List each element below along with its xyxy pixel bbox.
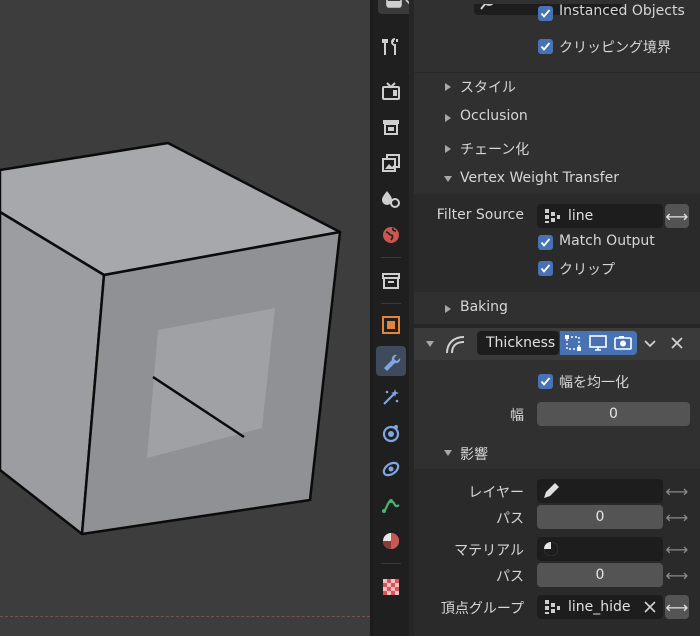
section-influence[interactable]: 影響 [414, 440, 700, 468]
pencil-icon [544, 483, 559, 498]
clear-icon[interactable] [642, 599, 658, 615]
tab-output[interactable] [376, 112, 406, 142]
section-influence-label: 影響 [460, 447, 488, 463]
tab-world[interactable] [376, 220, 406, 250]
uniform-thickness-label: 幅を均一化 [559, 375, 629, 391]
material-sphere-icon [544, 542, 558, 556]
section-vertex-weight-transfer[interactable]: Vertex Weight Transfer [414, 166, 700, 194]
tab-object[interactable] [376, 310, 406, 340]
collection-icon [382, 273, 400, 289]
section-baking[interactable]: Baking [414, 295, 700, 323]
vertex-group-invert-toggle[interactable]: ⟷ [665, 595, 689, 619]
material-label: マテリアル [454, 543, 524, 559]
viewport-display-icon[interactable] [588, 333, 608, 353]
material-pass-label: パス [496, 569, 524, 585]
vertex-group-icon [545, 209, 560, 223]
vertex-group-label: 頂点グループ [440, 601, 524, 617]
clipping-border-checkbox[interactable] [538, 39, 553, 54]
vertex-group-icon [545, 600, 560, 614]
section-chain[interactable]: チェーン化 [414, 135, 700, 163]
tab-material[interactable] [376, 526, 406, 556]
constraints-icon [382, 461, 400, 477]
section-vertex-weight-transfer-label: Vertex Weight Transfer [460, 170, 619, 186]
modifier-collapse-toggle[interactable] [426, 341, 434, 347]
cube-object [0, 141, 342, 536]
filter-source-field[interactable]: line [537, 204, 663, 228]
width-field[interactable]: 0 [537, 402, 690, 426]
layer-pass-invert-toggle[interactable]: ⟷ [665, 505, 689, 529]
section-chain-label: チェーン化 [460, 142, 530, 158]
material-field[interactable] [537, 537, 663, 561]
tab-particles[interactable] [376, 382, 406, 412]
tab-render[interactable] [376, 76, 406, 106]
width-label: 幅 [510, 408, 524, 424]
layer-field[interactable] [537, 479, 663, 503]
view-layer-icon [382, 154, 400, 172]
filter-source-label: Filter Source [436, 207, 524, 223]
match-output-label: Match Output [559, 233, 655, 249]
tab-scene[interactable] [376, 184, 406, 214]
clip-label: クリップ [559, 262, 615, 278]
material-icon [383, 533, 399, 549]
render-camera-icon[interactable] [613, 333, 633, 353]
data-icon [382, 499, 400, 513]
tab-modifiers[interactable] [376, 346, 406, 376]
object-icon [382, 316, 400, 334]
filter-source-invert-toggle[interactable]: ⟷ [665, 204, 689, 228]
vertex-group-value: line_hide [568, 599, 631, 615]
scene-icon [382, 191, 400, 208]
physics-icon [382, 425, 400, 443]
world-icon [383, 227, 399, 243]
material-pass-field[interactable]: 0 [537, 563, 663, 587]
layer-pass-label: パス [496, 511, 524, 527]
section-occlusion-label: Occlusion [460, 108, 528, 124]
section-baking-label: Baking [460, 299, 508, 315]
instanced-objects-label: Instanced Objects [559, 3, 685, 19]
material-pass-invert-toggle[interactable]: ⟷ [665, 563, 689, 587]
tab-texture[interactable] [376, 572, 406, 602]
modifier-name-field[interactable]: Thickness [477, 331, 559, 355]
texture-icon [383, 579, 399, 595]
layer-pass-field[interactable]: 0 [537, 505, 663, 529]
output-icon [383, 120, 399, 135]
filter-source-value: line [568, 208, 594, 224]
section-style[interactable]: スタイル [414, 73, 700, 101]
tab-view-layer[interactable] [376, 148, 406, 178]
close-icon[interactable] [667, 333, 687, 353]
edit-mode-icon[interactable] [563, 333, 583, 353]
particles-icon [383, 389, 399, 405]
tab-physics[interactable] [376, 418, 406, 448]
layer-invert-toggle[interactable]: ⟷ [665, 479, 689, 503]
properties-tabs [373, 0, 409, 636]
tool-icon [382, 38, 398, 55]
modifier-icon [384, 354, 401, 371]
tab-constraints[interactable] [376, 454, 406, 484]
section-occlusion[interactable]: Occlusion [414, 104, 700, 132]
chevron-down-icon[interactable] [640, 333, 660, 353]
match-output-checkbox[interactable] [538, 235, 553, 250]
clip-checkbox[interactable] [538, 261, 553, 276]
uniform-thickness-checkbox[interactable] [538, 374, 553, 389]
3d-viewport[interactable] [0, 0, 370, 636]
material-invert-toggle[interactable]: ⟷ [665, 537, 689, 561]
instanced-objects-checkbox[interactable] [538, 6, 553, 21]
tab-data[interactable] [376, 490, 406, 520]
render-icon [382, 82, 400, 100]
tab-collection[interactable] [376, 266, 406, 296]
clipping-border-label: クリッピング境界 [559, 40, 671, 56]
section-style-label: スタイル [460, 80, 516, 96]
thickness-modifier-icon [446, 336, 465, 354]
layer-label: レイヤー [468, 485, 524, 501]
tab-tool[interactable] [376, 32, 406, 62]
